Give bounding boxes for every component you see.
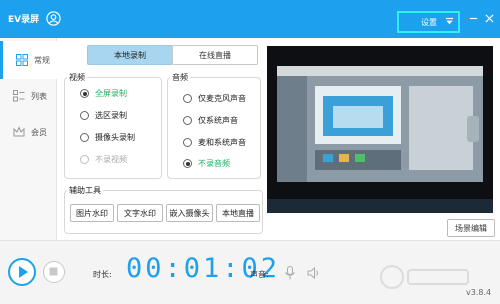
- radio-label: 仅系统声音: [198, 116, 238, 125]
- watermark-logo: [380, 265, 469, 289]
- grid-icon: [16, 54, 28, 66]
- sidebar-item-label: 常规: [34, 55, 50, 65]
- radio-label: 摄像头录制: [95, 133, 135, 142]
- sidebar: 常规 列表 会员: [0, 38, 57, 240]
- sidebar-item-general[interactable]: 常规: [0, 41, 57, 79]
- radio-button[interactable]: [80, 89, 89, 98]
- start-record-button[interactable]: [8, 258, 36, 286]
- local-live-button[interactable]: 本地直播: [216, 204, 260, 222]
- stop-record-button[interactable]: [43, 261, 65, 283]
- video-option-region[interactable]: 选区录制: [80, 110, 127, 121]
- video-option-fullscreen[interactable]: 全屏录制: [80, 88, 127, 99]
- radio-label: 不录音频: [198, 159, 230, 168]
- tools-group-title: 辅助工具: [67, 185, 103, 196]
- video-option-camera[interactable]: 摄像头录制: [80, 132, 135, 143]
- audio-group-title: 音频: [170, 72, 190, 83]
- radio-button: [80, 155, 89, 164]
- radio-button[interactable]: [80, 133, 89, 142]
- audio-option-none[interactable]: 不录音频: [183, 158, 230, 169]
- local-record-button[interactable]: 本地录制: [87, 45, 173, 65]
- bottom-bar: 时长: 00:01:02 声音: v3.8.4: [0, 240, 500, 304]
- settings-button[interactable]: 设置: [397, 11, 460, 33]
- list-icon: [13, 90, 25, 102]
- preview-taskbar: [267, 199, 493, 213]
- sidebar-item-list[interactable]: 列表: [0, 77, 57, 115]
- video-group: 视频 全屏录制 选区录制 摄像头录制 不录视频: [64, 72, 162, 179]
- app-title: EV录屏: [8, 15, 40, 25]
- preview-screen-image: [267, 46, 493, 213]
- sound-label: 声音:: [250, 270, 269, 279]
- video-option-none: 不录视频: [80, 154, 127, 165]
- embed-camera-button[interactable]: 嵌入摄像头: [166, 204, 213, 222]
- radio-label: 麦和系统声音: [198, 138, 246, 147]
- stop-icon: [49, 267, 58, 276]
- audio-group: 音频 仅麦克风声音 仅系统声音 麦和系统声音 不录音频: [167, 72, 261, 179]
- minimize-icon[interactable]: [469, 14, 478, 23]
- radio-button[interactable]: [183, 138, 192, 147]
- microphone-icon[interactable]: [284, 266, 296, 280]
- sidebar-item-vip[interactable]: 会员: [0, 113, 57, 151]
- radio-button[interactable]: [183, 116, 192, 125]
- chevron-down-icon: [445, 17, 454, 25]
- radio-button[interactable]: [183, 159, 192, 168]
- speaker-icon[interactable]: [307, 266, 321, 280]
- close-icon[interactable]: [485, 14, 494, 23]
- user-icon[interactable]: [46, 11, 61, 26]
- video-group-title: 视频: [67, 72, 87, 83]
- radio-label: 不录视频: [95, 155, 127, 164]
- audio-option-mic-and-system[interactable]: 麦和系统声音: [183, 137, 246, 148]
- scene-edit-button[interactable]: 场景编辑: [447, 219, 495, 237]
- text-watermark-button[interactable]: 文字水印: [117, 204, 163, 222]
- sidebar-item-label: 列表: [31, 91, 47, 101]
- radio-label: 仅麦克风声音: [198, 94, 246, 103]
- settings-label: 设置: [421, 17, 437, 27]
- sidebar-item-label: 会员: [31, 127, 47, 137]
- recording-preview: [267, 46, 493, 213]
- radio-label: 选区录制: [95, 111, 127, 120]
- duration-label: 时长:: [93, 270, 112, 279]
- crown-icon: [13, 126, 25, 137]
- play-icon: [19, 266, 28, 278]
- image-watermark-button[interactable]: 图片水印: [70, 204, 114, 222]
- title-bar: EV录屏 设置: [0, 0, 500, 38]
- radio-button[interactable]: [183, 94, 192, 103]
- audio-option-mic[interactable]: 仅麦克风声音: [183, 93, 246, 104]
- radio-label: 全屏录制: [95, 89, 127, 98]
- version-label: v3.8.4: [466, 288, 492, 297]
- audio-option-system[interactable]: 仅系统声音: [183, 115, 238, 126]
- online-live-button[interactable]: 在线直播: [172, 45, 258, 65]
- radio-button[interactable]: [80, 111, 89, 120]
